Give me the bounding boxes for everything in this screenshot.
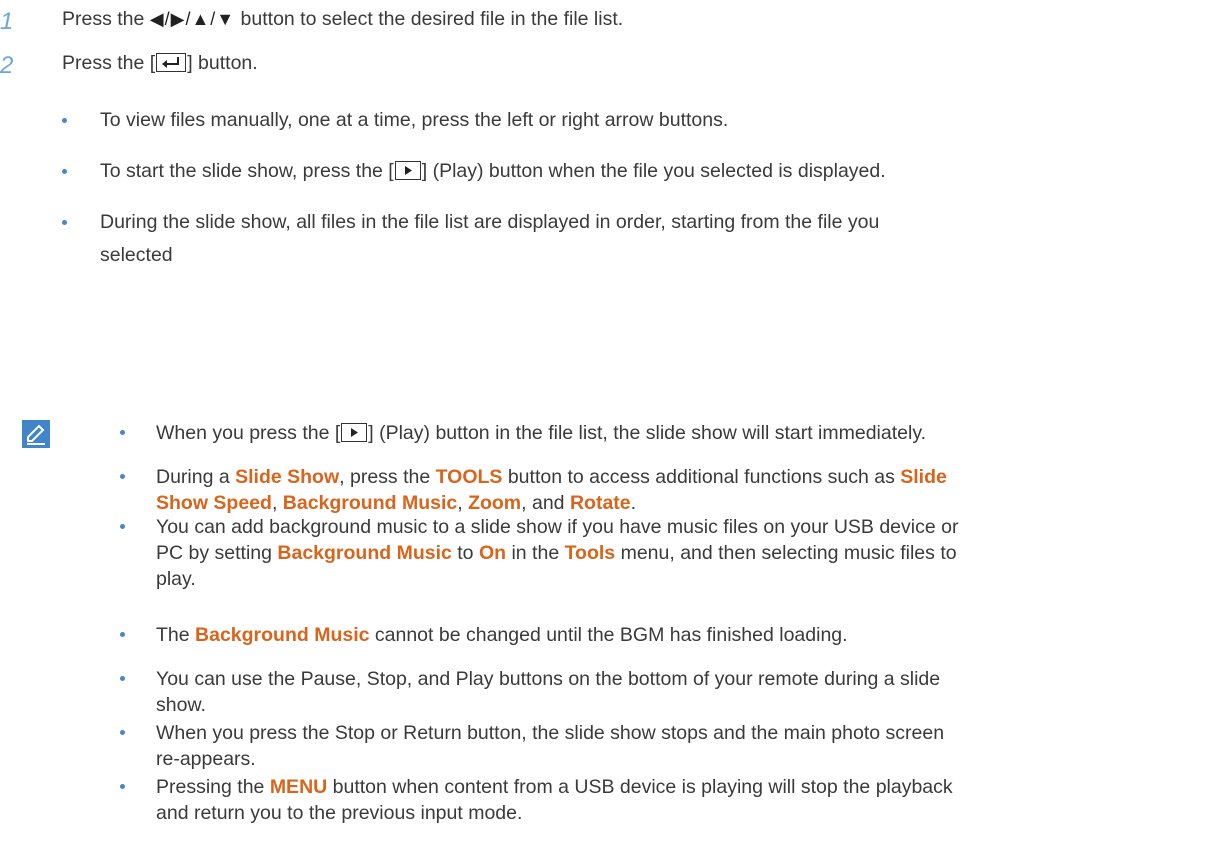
step-text-pre: Press the	[62, 8, 150, 30]
note-item: When you press the [ ] (Play) button in t…	[120, 420, 926, 446]
note-item: You can add background music to a slide …	[120, 514, 958, 592]
text-pre: When you press the [	[156, 422, 341, 444]
note-item: When you press the Stop or Return button…	[120, 720, 944, 772]
keyword: Background Music	[282, 492, 458, 514]
list-item-text: To start the slide show, press the [ ] (P…	[100, 155, 886, 188]
keyword: Slide	[900, 466, 947, 488]
text: button when content from a USB device is…	[327, 776, 953, 798]
step-text: Press the [ ] button.	[62, 52, 258, 75]
list-item: During the slide show, all files in the …	[62, 206, 879, 272]
keyword: Background Music	[195, 624, 370, 646]
bullet-icon	[120, 730, 125, 735]
bullet-icon	[62, 220, 67, 225]
text: cannot be changed until the BGM has fini…	[369, 624, 848, 646]
text: PC by setting	[156, 542, 278, 564]
step-text: Press the ◀/▶/▲/▼ button to select the d…	[62, 8, 623, 31]
text: ,	[457, 492, 469, 514]
bullet-icon	[62, 169, 67, 174]
step-text-post: button to select the desired file in the…	[235, 8, 624, 30]
text: When you press the Stop or Return button…	[156, 722, 945, 744]
text: play.	[156, 568, 196, 590]
text: .	[630, 492, 637, 514]
note-text: During a Slide Show, press the TOOLS but…	[156, 464, 947, 516]
note-text: You can use the Pause, Stop, and Play bu…	[156, 666, 940, 718]
keyword: Rotate	[569, 492, 631, 514]
list-item: To view files manually, one at a time, p…	[62, 104, 728, 137]
step-text-pre: Press the [	[62, 52, 156, 74]
keyword: Slide Show	[235, 466, 340, 488]
text-line-2: selected	[100, 244, 173, 266]
list-item: To start the slide show, press the [ ] (P…	[62, 155, 886, 188]
text: , and	[521, 492, 570, 514]
step-number: 1	[0, 8, 14, 35]
bullet-icon	[120, 474, 125, 479]
note-item: The Background Music cannot be changed u…	[120, 622, 848, 648]
bullet-icon	[120, 676, 125, 681]
note-item: Pressing the MENU button when content fr…	[120, 774, 953, 826]
text: to	[451, 542, 479, 564]
text: ,	[271, 492, 283, 514]
text: button to access additional functions su…	[502, 466, 901, 488]
text: , press the	[339, 466, 436, 488]
arrow-keys-icon: ◀/▶/▲/▼	[149, 9, 236, 29]
play-key-icon	[341, 423, 368, 442]
note-text: The Background Music cannot be changed u…	[156, 622, 848, 648]
text: You can add background music to a slide …	[156, 516, 959, 538]
enter-key-icon	[156, 53, 187, 72]
step-text-post: ] button.	[187, 52, 258, 74]
text-pre: To start the slide show, press the [	[100, 160, 394, 182]
text: in the	[506, 542, 565, 564]
note-item: You can use the Pause, Stop, and Play bu…	[120, 666, 940, 718]
note-text: When you press the Stop or Return button…	[156, 720, 944, 772]
text: During a	[156, 466, 236, 488]
text-post: ] (Play) button in the file list, the sl…	[368, 422, 927, 444]
text: re-appears.	[156, 748, 256, 770]
manual-page: 1 Press the ◀/▶/▲/▼ button to select the…	[0, 0, 1213, 841]
text: menu, and then selecting music files to	[615, 542, 957, 564]
text: Pressing the	[156, 776, 270, 798]
bullet-icon	[120, 524, 125, 529]
note-text: You can add background music to a slide …	[156, 514, 958, 592]
text: and return you to the previous input mod…	[156, 802, 523, 824]
keyword: Show Speed	[156, 492, 272, 514]
keyword: Background Music	[277, 542, 452, 564]
bullet-icon	[120, 430, 125, 435]
text: You can use the Pause, Stop, and Play bu…	[156, 668, 941, 690]
play-key-icon	[394, 161, 421, 180]
keyword: TOOLS	[435, 466, 503, 488]
bullet-icon	[62, 118, 67, 123]
step-number: 2	[0, 52, 14, 79]
text-post: ] (Play) button when the file you select…	[421, 160, 886, 182]
keyword: MENU	[269, 776, 328, 798]
list-item-text: During the slide show, all files in the …	[100, 206, 879, 272]
text-line-1: During the slide show, all files in the …	[100, 211, 880, 233]
bullet-icon	[120, 632, 125, 637]
list-item-text: To view files manually, one at a time, p…	[100, 109, 729, 131]
note-pencil-icon	[22, 420, 50, 448]
note-text: Pressing the MENU button when content fr…	[156, 774, 953, 826]
keyword: On	[478, 542, 507, 564]
text: The	[156, 624, 196, 646]
note-text: When you press the [ ] (Play) button in t…	[156, 420, 926, 446]
text: show.	[156, 694, 206, 716]
keyword: Tools	[564, 542, 616, 564]
note-item: During a Slide Show, press the TOOLS but…	[120, 464, 947, 516]
keyword: Zoom	[468, 492, 522, 514]
bullet-icon	[120, 784, 125, 789]
